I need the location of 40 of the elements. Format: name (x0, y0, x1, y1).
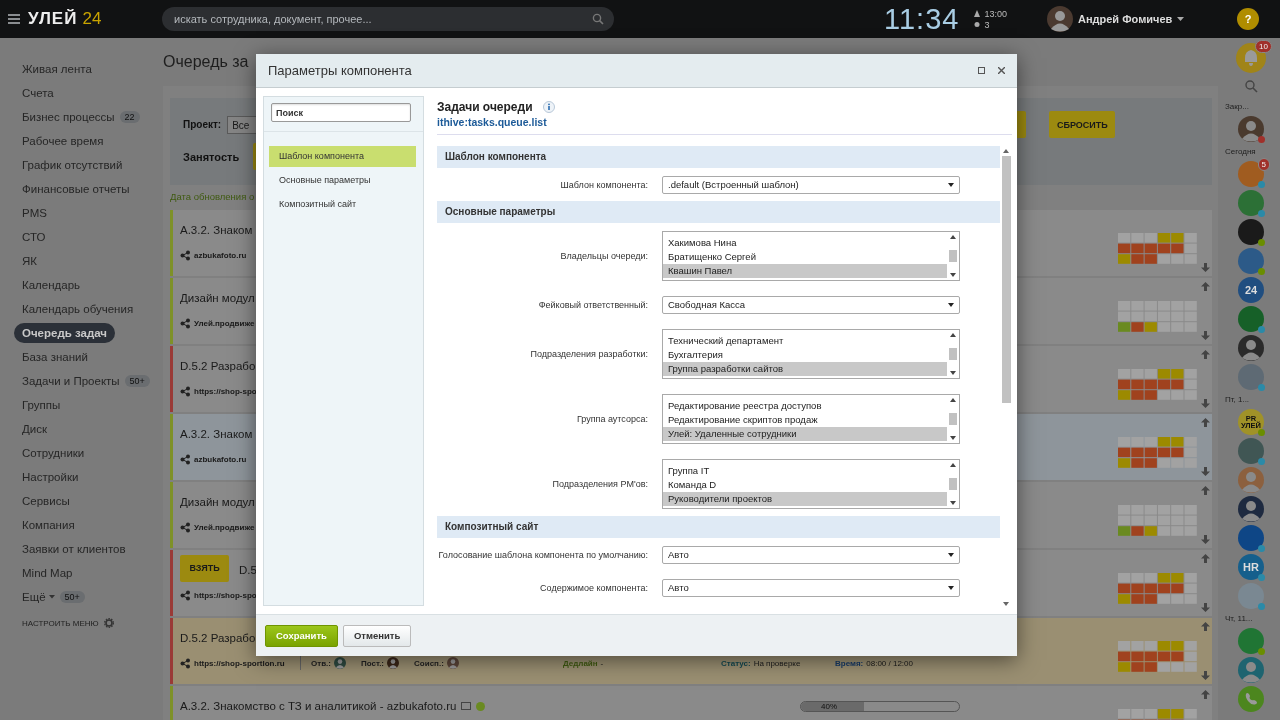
field-label: Фейковый ответственный: (537, 299, 648, 310)
section-header: Шаблон компонента (437, 146, 1000, 168)
counter-badge: 10 (1255, 40, 1272, 53)
date-label: Чт, 11... (1225, 613, 1254, 625)
component-title: Задачи очереди (437, 100, 533, 114)
clock-time: 11:34 (884, 2, 960, 36)
time-label: Время: (835, 658, 864, 668)
update-date: Дата обновления о (170, 190, 255, 204)
status-label: Статус: (721, 658, 751, 668)
date-label: Сегодня (1225, 146, 1257, 158)
date-label: Пт, 1... (1225, 394, 1251, 406)
progress-label: 40% (821, 701, 837, 711)
section-header: Композитный сайт (437, 516, 1000, 538)
field-label: Шаблон компонента: (559, 179, 648, 190)
task-count: 3 (984, 19, 990, 30)
field-label: Владельцы очереди: (559, 250, 648, 261)
status-value: На проверке (753, 658, 801, 668)
deadline-value: - (600, 658, 604, 668)
dialog-title: Параметры компонента (268, 63, 413, 78)
field-label: Подразделения PM'ов: (551, 478, 648, 489)
alarm-time: 13:00 (984, 8, 1007, 19)
date-label: Закр... (1225, 101, 1250, 113)
logo-text: УЛЕЙ (28, 9, 78, 29)
menu-counter: 50+ (124, 375, 150, 387)
logo-number: 24 (82, 9, 102, 29)
field-label: Группа аутсорса: (575, 413, 648, 424)
menu-counter: 22 (119, 111, 140, 123)
role-label: Пост.: (360, 658, 385, 668)
page-title: Очередь за (163, 53, 249, 71)
section-header: Основные параметры (437, 201, 1000, 223)
time-value: 08:00 / 12:00 (866, 658, 913, 668)
field-label: Содержимое компонента: (539, 582, 648, 593)
filter-label: Проект: (183, 119, 222, 130)
role-label: Отв.: (311, 658, 331, 668)
filter-label: Занятость (183, 150, 240, 163)
role-label: Соисп.: (414, 658, 444, 668)
menu-counter: 50+ (59, 591, 85, 603)
field-label: Подразделения разработки: (529, 348, 648, 359)
field-label: Голосование шаблона компонента по умолчанию: (437, 549, 648, 560)
deadline-label: Дедлайн (563, 658, 598, 668)
